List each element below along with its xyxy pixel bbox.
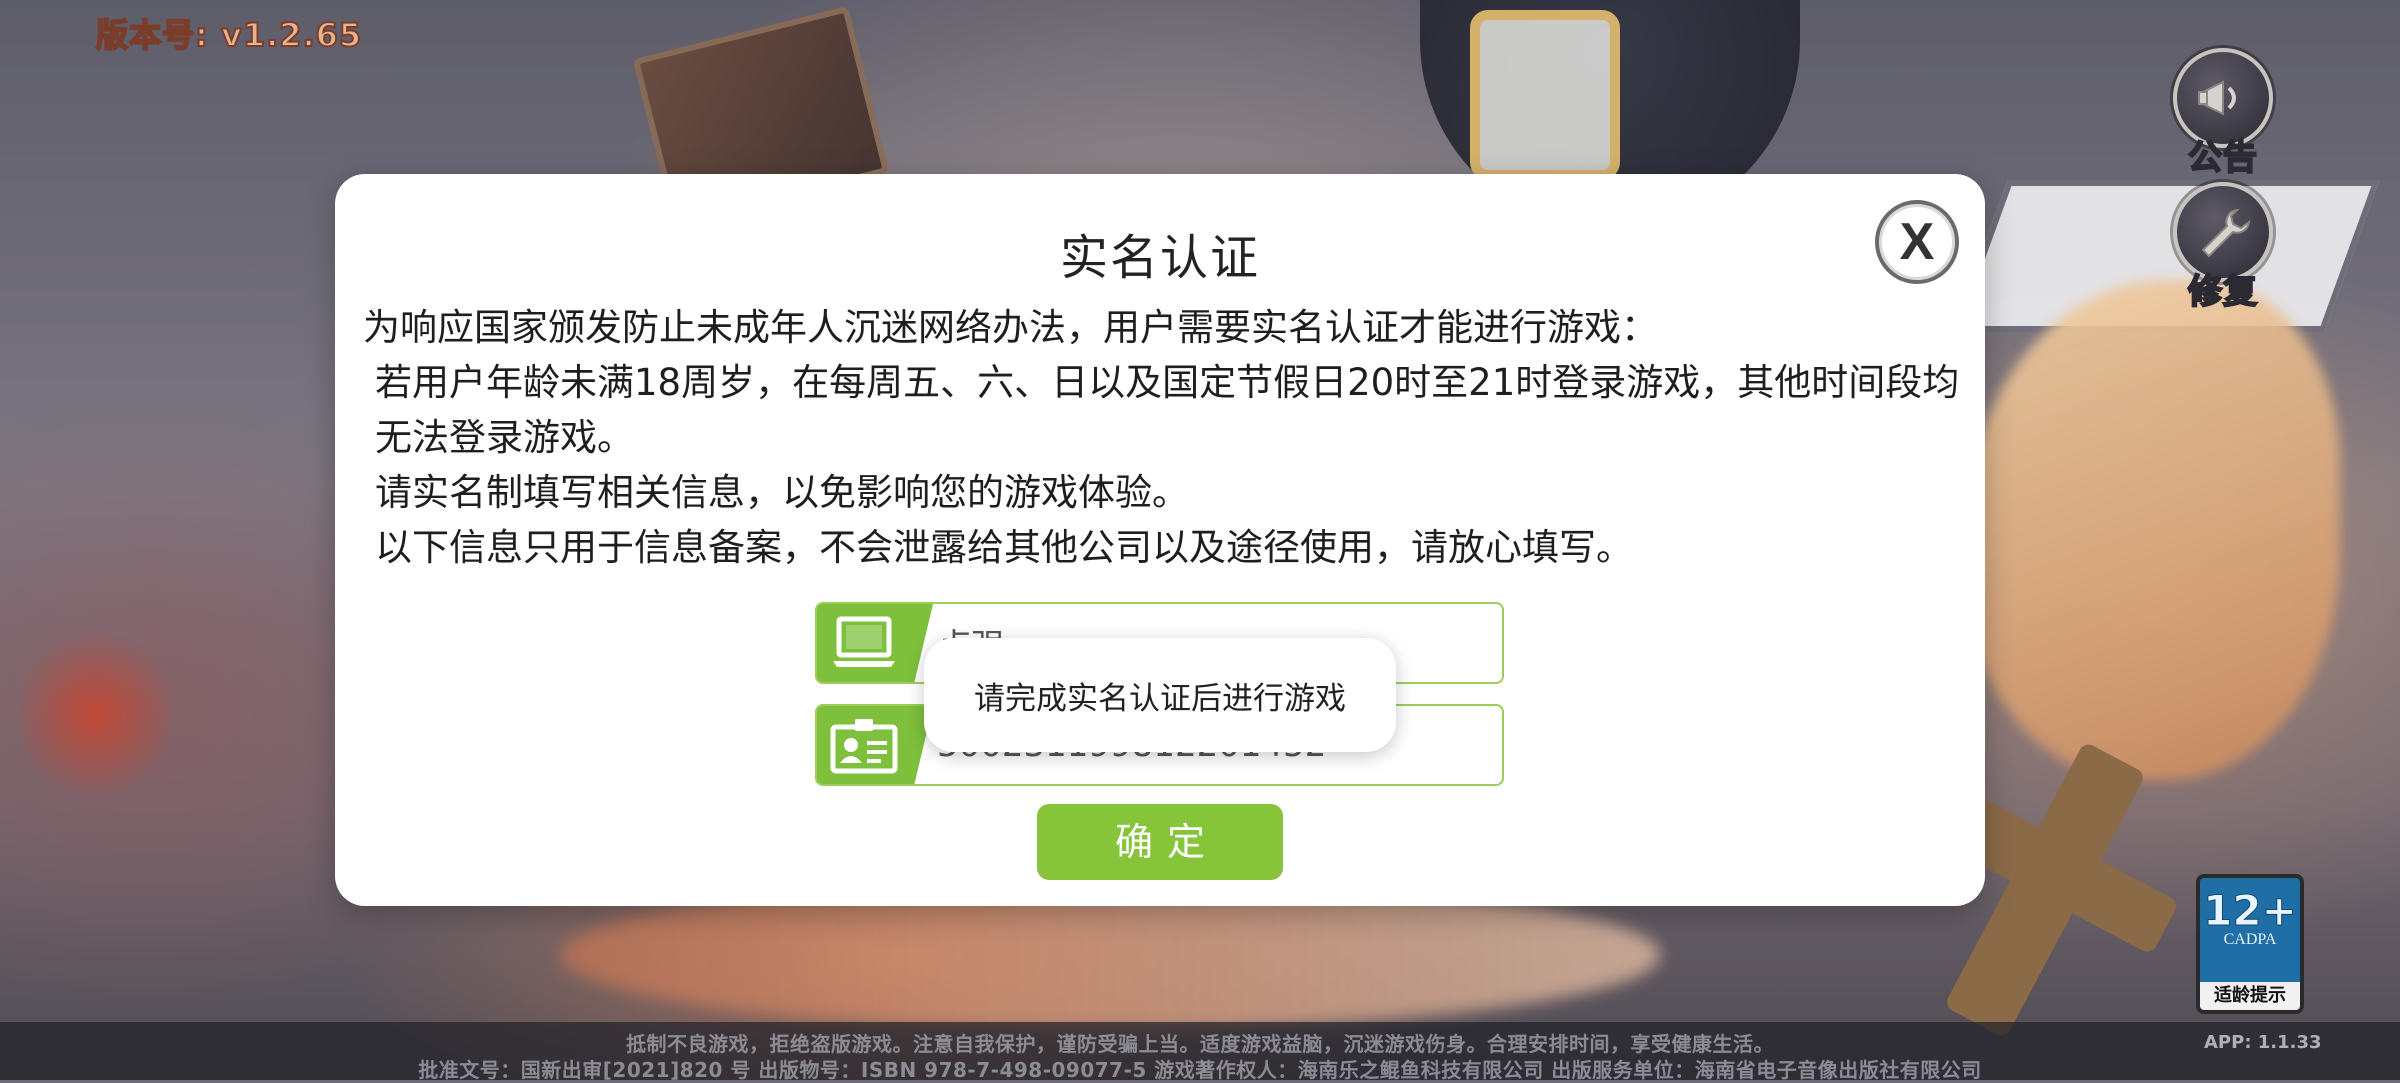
background-gear-art xyxy=(1470,10,1620,180)
id-card-icon xyxy=(830,719,898,774)
confirm-button[interactable]: 确定 xyxy=(1037,804,1283,880)
notice-button-label: 公告 xyxy=(2187,137,2258,179)
background-flower-art xyxy=(20,620,170,810)
version-label: 版本号: v1.2.65 xyxy=(95,15,363,55)
notice-paragraph: 请实名制填写相关信息，以免影响您的游戏体验。 xyxy=(375,471,1189,514)
age-rating-number: 12+ xyxy=(2203,886,2298,936)
age-rating-tip: 适龄提示 xyxy=(2200,982,2300,1010)
repair-button[interactable]: 修复 xyxy=(2163,182,2283,313)
app-version-label: APP: 1.1.33 xyxy=(2204,1032,2322,1053)
notice-button[interactable]: 公告 xyxy=(2163,48,2283,179)
megaphone-icon xyxy=(2198,80,2236,116)
dialog-notice-text: 为响应国家颁发防止未成年人沉迷网络办法，用户需要实名认证才能进行游戏： 若用户年… xyxy=(363,300,1963,575)
computer-icon xyxy=(833,616,895,667)
repair-button-label: 修复 xyxy=(2187,271,2258,313)
footer-health-notice: 抵制不良游戏，拒绝盗版游戏。注意自我保护，谨防受骗上当。适度游戏益脑，沉迷游戏伤… xyxy=(626,1032,1774,1056)
footer-publication-info: 批准文号：国新出审[2021]820 号 出版物号：ISBN 978-7-498… xyxy=(418,1058,1982,1082)
dialog-title: 实名认证 xyxy=(1059,230,1260,286)
age-rating-badge: 12+ CADPA 适龄提示 xyxy=(2196,874,2304,1014)
real-name-auth-dialog: 实名认证 X 为响应国家颁发防止未成年人沉迷网络办法，用户需要实名认证才能进行游… xyxy=(335,174,1985,906)
notice-paragraph: 若用户年龄未满18周岁，在每周五、六、日以及国定节假日20时至21时登录游戏，其… xyxy=(375,361,1960,459)
id-field-icon-box xyxy=(817,706,933,784)
toast-message: 请完成实名认证后进行游戏 xyxy=(924,638,1396,752)
close-icon: X xyxy=(1899,213,1935,271)
wrench-icon xyxy=(2201,208,2251,258)
name-field-icon-box xyxy=(817,604,933,682)
notice-paragraph: 为响应国家颁发防止未成年人沉迷网络办法，用户需要实名认证才能进行游戏： xyxy=(363,306,1658,349)
notice-paragraph: 以下信息只用于信息备案，不会泄露给其他公司以及途径使用，请放心填写。 xyxy=(375,526,1633,569)
background-hair-art xyxy=(1960,280,2340,780)
close-button[interactable]: X xyxy=(1875,200,1959,284)
